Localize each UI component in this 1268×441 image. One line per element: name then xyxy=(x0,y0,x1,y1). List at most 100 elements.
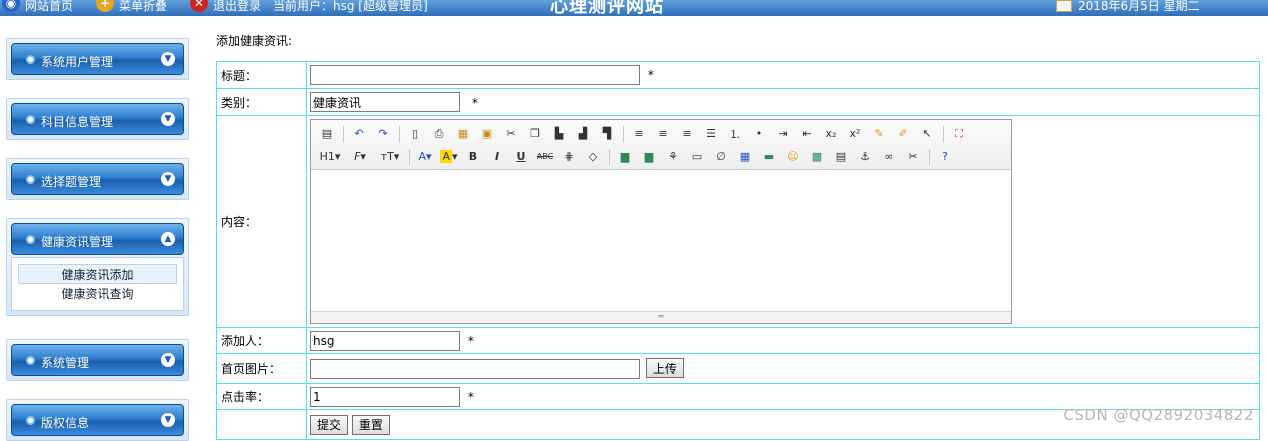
menu-system-users: 系统用户管理 ▼ xyxy=(6,38,189,80)
font-size-dropdown[interactable]: тT▾ xyxy=(377,148,403,166)
align-justify-icon[interactable]: ☰ xyxy=(701,125,721,143)
menu-head-subjects[interactable]: 科目信息管理 ▼ xyxy=(11,103,184,135)
bullet-icon xyxy=(26,235,35,244)
eraser-icon[interactable]: ◇ xyxy=(583,148,603,166)
italic-button[interactable]: I xyxy=(487,148,507,166)
clicks-input[interactable] xyxy=(310,387,460,407)
date-text: 2018年6月5日 星期二 xyxy=(1078,0,1200,12)
paste-text-icon[interactable]: ▟ xyxy=(573,125,593,143)
unordered-list-icon[interactable]: • xyxy=(749,125,769,143)
select-all-icon[interactable]: ✐ xyxy=(893,125,913,143)
home-link[interactable]: ◉ 网站首页 xyxy=(2,0,73,16)
menu-head-questions[interactable]: 选择题管理 ▼ xyxy=(11,163,184,195)
map-icon[interactable]: ▩ xyxy=(807,148,827,166)
buttons-cell-label xyxy=(217,410,307,440)
plus-icon: + xyxy=(96,0,114,12)
menu-head-system[interactable]: 系统管理 ▼ xyxy=(11,344,184,376)
menu-head-copyright[interactable]: 版权信息 ▼ xyxy=(11,404,184,436)
print-icon[interactable]: ⎙ xyxy=(429,125,449,143)
toolbar-divider xyxy=(623,126,624,142)
paste-word-icon[interactable]: ▜ xyxy=(597,125,617,143)
submit-button[interactable]: 提交 xyxy=(310,415,348,435)
page-break-icon[interactable]: ▤ xyxy=(831,148,851,166)
toolbar-divider xyxy=(399,126,400,142)
bold-button[interactable]: B xyxy=(463,148,483,166)
logout-link[interactable]: ✕ 退出登录 xyxy=(190,0,261,16)
heading-dropdown[interactable]: H1▾ xyxy=(317,148,343,166)
insert-image-icon[interactable]: ▆ xyxy=(615,148,635,166)
superscript-icon[interactable]: x² xyxy=(845,125,865,143)
indent-icon[interactable]: ⇥ xyxy=(773,125,793,143)
calendar-icon xyxy=(1056,0,1072,12)
upload-button[interactable]: 上传 xyxy=(646,358,684,378)
menu-subjects: 科目信息管理 ▼ xyxy=(6,98,189,140)
pointer-icon[interactable]: ↖ xyxy=(917,125,937,143)
date-display: 2018年6月5日 星期二 xyxy=(1056,0,1200,12)
close-icon: ✕ xyxy=(190,0,208,12)
image-path-input[interactable] xyxy=(310,359,640,379)
help-icon[interactable]: ? xyxy=(935,148,955,166)
menu-head-system-users[interactable]: 系统用户管理 ▼ xyxy=(11,43,184,75)
insert-multi-image-icon[interactable]: ▆ xyxy=(639,148,659,166)
outdent-icon[interactable]: ⇤ xyxy=(797,125,817,143)
menu-label: 科目信息管理 xyxy=(41,109,113,130)
toolbar-divider xyxy=(343,126,344,142)
sidebar-item-add-news[interactable]: 健康资讯添加 xyxy=(18,264,177,284)
home-link-label: 网站首页 xyxy=(25,0,73,12)
horizontal-rule-icon[interactable]: ▬ xyxy=(759,148,779,166)
toolbar-row-2: H1▾ F▾ тT▾ A▾ A▾ B I U ABC ⋕ ◇ xyxy=(317,145,1005,168)
page-title: 添加健康资讯: xyxy=(216,32,292,49)
author-input[interactable] xyxy=(310,331,460,351)
code-icon[interactable]: ▣ xyxy=(477,125,497,143)
align-center-icon[interactable]: ≡ xyxy=(653,125,673,143)
fullscreen-icon[interactable]: ⛶ xyxy=(949,125,969,143)
editor-content-area[interactable] xyxy=(311,171,1011,311)
link-icon[interactable]: ∞ xyxy=(879,148,899,166)
insert-flash-icon[interactable]: ⚘ xyxy=(663,148,683,166)
collapse-menu-link[interactable]: + 菜单折叠 xyxy=(96,0,167,16)
redo-icon[interactable]: ↷ xyxy=(373,125,393,143)
editor-resize-handle[interactable]: ═ xyxy=(311,311,1011,323)
category-label: 类别： xyxy=(217,89,307,116)
strikethrough-button[interactable]: ABC xyxy=(535,148,555,166)
source-icon[interactable]: ▤ xyxy=(317,125,337,143)
emoticon-icon[interactable]: ☺ xyxy=(783,148,803,166)
align-right-icon[interactable]: ≡ xyxy=(677,125,697,143)
author-label: 添加人： xyxy=(217,328,307,354)
highlight-color-dropdown[interactable]: A▾ xyxy=(439,148,459,166)
menu-head-health-news[interactable]: 健康资讯管理 ▲ xyxy=(11,223,184,255)
anchor-icon[interactable]: ⚓ xyxy=(855,148,875,166)
submenu-health-news: 健康资讯添加 健康资讯查询 xyxy=(11,257,184,311)
required-mark: * xyxy=(472,96,478,110)
cut-icon[interactable]: ✂ xyxy=(501,125,521,143)
attachment-icon[interactable]: ∅ xyxy=(711,148,731,166)
category-input[interactable] xyxy=(310,92,460,112)
ordered-list-icon[interactable]: ⒈ xyxy=(725,125,745,143)
insert-media-icon[interactable]: ▭ xyxy=(687,148,707,166)
sidebar-item-query-news[interactable]: 健康资讯查询 xyxy=(18,284,177,304)
chevron-down-icon: ▼ xyxy=(161,413,175,427)
clear-format-icon[interactable]: ✎ xyxy=(869,125,889,143)
copy-icon[interactable]: ❐ xyxy=(525,125,545,143)
subscript-icon[interactable]: x₂ xyxy=(821,125,841,143)
undo-icon[interactable]: ↶ xyxy=(349,125,369,143)
paste-icon[interactable]: ▙ xyxy=(549,125,569,143)
underline-button[interactable]: U xyxy=(511,148,531,166)
reset-button[interactable]: 重置 xyxy=(352,415,390,435)
sidebar: 系统用户管理 ▼ 科目信息管理 ▼ 选择题管理 ▼ 健康资讯管理 ▲ 健康资讯添… xyxy=(0,16,200,433)
menu-label: 版权信息 xyxy=(41,410,89,431)
current-user-text: 当前用户：hsg [超级管理员] xyxy=(273,0,428,12)
align-left-icon[interactable]: ≡ xyxy=(629,125,649,143)
font-color-dropdown[interactable]: A▾ xyxy=(415,148,435,166)
news-form: 标题： * 类别： * 内容： ▤ ↶ xyxy=(216,61,1260,440)
line-height-icon[interactable]: ⋕ xyxy=(559,148,579,166)
toolbar-divider xyxy=(609,149,610,165)
title-input[interactable] xyxy=(310,65,640,85)
clicks-label: 点击率： xyxy=(217,384,307,410)
collapse-menu-label: 菜单折叠 xyxy=(119,0,167,12)
font-family-dropdown[interactable]: F▾ xyxy=(347,148,373,166)
unlink-icon[interactable]: ✂ xyxy=(903,148,923,166)
template-icon[interactable]: ▦ xyxy=(453,125,473,143)
preview-icon[interactable]: ▯ xyxy=(405,125,425,143)
table-icon[interactable]: ▦ xyxy=(735,148,755,166)
